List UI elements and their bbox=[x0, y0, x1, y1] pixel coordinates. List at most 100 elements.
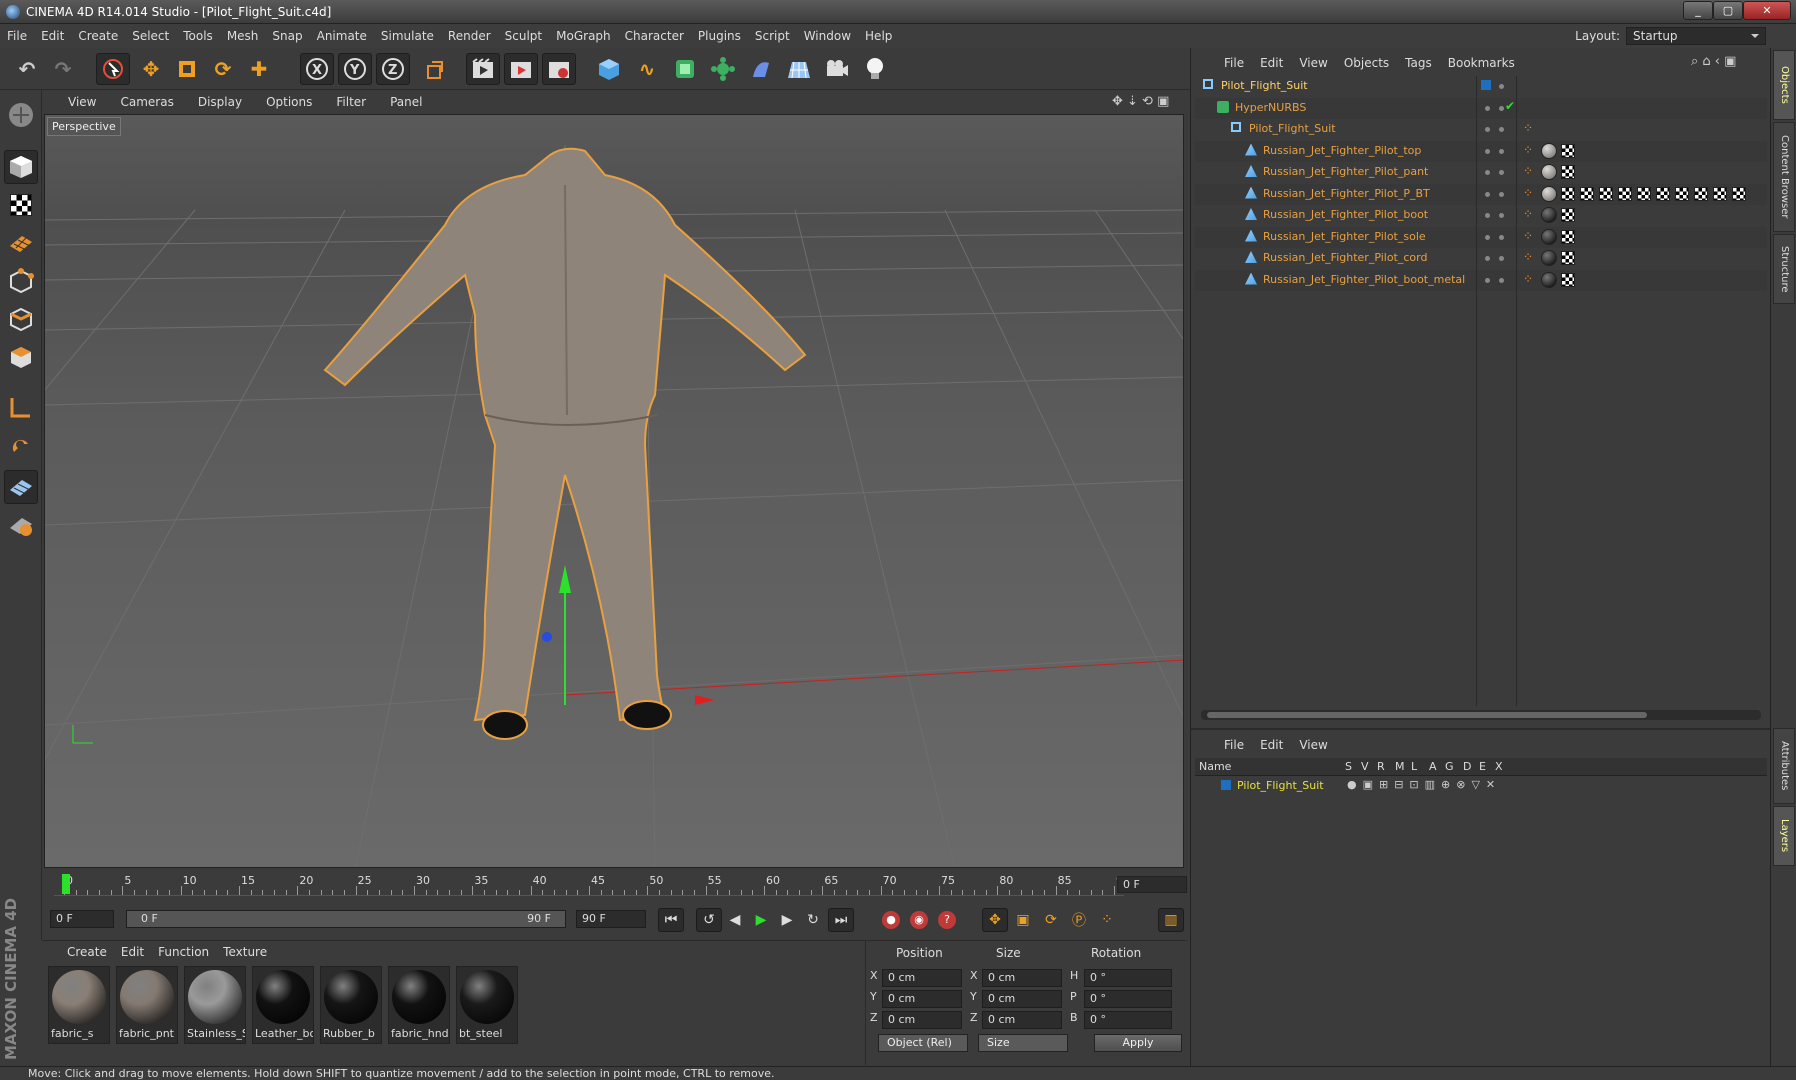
go-to-start-icon[interactable]: ⏮ bbox=[658, 908, 684, 932]
material-tag-icon[interactable] bbox=[1541, 228, 1557, 245]
viewport-canvas[interactable]: Perspective bbox=[44, 114, 1184, 868]
previous-key-icon[interactable]: ↺ bbox=[696, 908, 722, 932]
material-swatch[interactable]: Leather_bo bbox=[252, 966, 314, 1044]
uvw-tag-icon[interactable] bbox=[1713, 186, 1727, 201]
play-icon[interactable]: ▶ bbox=[748, 908, 774, 932]
material-menu-texture[interactable]: Texture bbox=[216, 945, 274, 959]
menu-animate[interactable]: Animate bbox=[310, 29, 374, 43]
menu-window[interactable]: Window bbox=[797, 29, 858, 43]
y-axis-lock-icon[interactable]: Y bbox=[338, 53, 372, 85]
apply-button[interactable]: Apply bbox=[1094, 1034, 1182, 1052]
menu-mesh[interactable]: Mesh bbox=[220, 29, 266, 43]
material-menu-create[interactable]: Create bbox=[60, 945, 114, 959]
layer-color-tag[interactable] bbox=[1481, 80, 1491, 90]
timeline[interactable]: 051015202530354045505560657075808590 0 F bbox=[42, 870, 1187, 900]
previous-frame-icon[interactable]: ◀ bbox=[722, 908, 748, 932]
tab-attributes[interactable]: Attributes bbox=[1773, 728, 1795, 804]
visibility-dot[interactable] bbox=[1485, 148, 1490, 154]
layer-row[interactable]: Pilot_Flight_Suit ●▣⊞⊟⊡▥⊕⊗▽✕ bbox=[1195, 776, 1767, 796]
create-tool-icon[interactable]: ✚ bbox=[242, 53, 276, 85]
key-position-icon[interactable]: ✥ bbox=[982, 908, 1008, 932]
rotation-field[interactable]: 0 ° bbox=[1084, 969, 1172, 987]
object-row[interactable]: Russian_Jet_Fighter_Pilot_sole ⁘ bbox=[1195, 226, 1767, 248]
floor-environment-icon[interactable] bbox=[782, 53, 816, 85]
position-field[interactable]: 0 cm bbox=[882, 1011, 962, 1029]
menu-render[interactable]: Render bbox=[441, 29, 498, 43]
visibility-dot[interactable] bbox=[1499, 256, 1504, 261]
close-button[interactable]: ✕ bbox=[1743, 1, 1791, 20]
key-pla-icon[interactable]: ⁘ bbox=[1094, 908, 1120, 932]
object-name[interactable]: HyperNURBS bbox=[1235, 101, 1306, 114]
z-axis-lock-icon[interactable]: Z bbox=[376, 53, 410, 85]
material-tag-icon[interactable] bbox=[1541, 142, 1557, 159]
uvw-tag-icon[interactable] bbox=[1561, 143, 1575, 158]
menu-script[interactable]: Script bbox=[748, 29, 797, 43]
object-menu-file[interactable]: File bbox=[1216, 56, 1252, 70]
rotation-field[interactable]: 0 ° bbox=[1084, 1011, 1172, 1029]
object-menu-view[interactable]: View bbox=[1291, 56, 1335, 70]
render-picture-viewer-icon[interactable] bbox=[504, 53, 538, 85]
menu-create[interactable]: Create bbox=[71, 29, 125, 43]
material-swatch[interactable]: bt_steel bbox=[456, 966, 518, 1044]
viewport-menu-options[interactable]: Options bbox=[254, 95, 324, 109]
object-row[interactable]: Russian_Jet_Fighter_Pilot_top ⁘ bbox=[1195, 140, 1767, 162]
layer-column-a[interactable]: A bbox=[1429, 760, 1437, 773]
key-scale-icon[interactable]: ▣ bbox=[1010, 908, 1036, 932]
object-horizontal-scrollbar[interactable] bbox=[1201, 710, 1761, 720]
auto-keying-icon[interactable]: ◉ bbox=[906, 908, 932, 932]
cube-primitive-icon[interactable] bbox=[592, 53, 626, 85]
render-view-icon[interactable] bbox=[466, 53, 500, 85]
object-name[interactable]: Russian_Jet_Fighter_Pilot_sole bbox=[1263, 230, 1426, 243]
viewport-menu-view[interactable]: View bbox=[56, 95, 108, 109]
visibility-dot[interactable] bbox=[1485, 105, 1490, 111]
object-row[interactable]: Pilot_Flight_Suit bbox=[1195, 76, 1767, 97]
enabled-check-icon[interactable]: ✔ bbox=[1505, 99, 1515, 113]
minimize-button[interactable]: _ bbox=[1683, 1, 1713, 20]
tab-content-browser[interactable]: Content Browser bbox=[1773, 122, 1795, 232]
layer-column-g[interactable]: G bbox=[1445, 760, 1454, 773]
layer-menu-file[interactable]: File bbox=[1216, 738, 1252, 752]
menu-file[interactable]: File bbox=[0, 29, 34, 43]
texture-mode-icon[interactable] bbox=[4, 188, 38, 222]
menu-help[interactable]: Help bbox=[858, 29, 899, 43]
object-menu-edit[interactable]: Edit bbox=[1252, 56, 1291, 70]
next-key-icon[interactable]: ↻ bbox=[800, 908, 826, 932]
object-row[interactable]: Russian_Jet_Fighter_Pilot_boot ⁘ bbox=[1195, 205, 1767, 226]
record-keys-icon[interactable]: ● bbox=[878, 908, 904, 932]
timeline-ruler[interactable]: 051015202530354045505560657075808590 bbox=[54, 874, 1130, 896]
layer-color-swatch[interactable] bbox=[1221, 780, 1231, 790]
menu-edit[interactable]: Edit bbox=[34, 29, 71, 43]
go-to-end-icon[interactable]: ⏭ bbox=[828, 908, 854, 932]
uvw-tag-icon[interactable] bbox=[1561, 251, 1575, 265]
viewport-menu-filter[interactable]: Filter bbox=[324, 95, 378, 109]
layer-column-d[interactable]: D bbox=[1463, 760, 1471, 773]
axis-mode-icon[interactable] bbox=[4, 390, 38, 424]
uvw-tag-icon[interactable] bbox=[1561, 229, 1575, 244]
live-select-icon[interactable] bbox=[96, 53, 130, 85]
phong-tag-icon[interactable]: ⁘ bbox=[1523, 121, 1533, 135]
layer-column-r[interactable]: R bbox=[1377, 760, 1385, 773]
uvw-tag-icon[interactable] bbox=[1656, 186, 1670, 201]
key-rotation-icon[interactable]: ⟳ bbox=[1038, 908, 1064, 932]
material-swatch[interactable]: fabric_hnd bbox=[388, 966, 450, 1044]
tab-layers[interactable]: Layers bbox=[1773, 806, 1795, 866]
layout-select[interactable]: Startup bbox=[1626, 27, 1766, 45]
layer-column-v[interactable]: V bbox=[1361, 760, 1369, 773]
object-row[interactable]: Russian_Jet_Fighter_Pilot_P_BT ⁘ bbox=[1195, 183, 1767, 205]
coordinate-mode-dropdown[interactable]: Object (Rel) bbox=[878, 1034, 968, 1052]
phong-tag-icon[interactable]: ⁘ bbox=[1523, 229, 1533, 243]
viewport-nav-icons[interactable]: ✥ ⇣ ⟲ ▣ bbox=[1112, 94, 1169, 109]
layer-menu-edit[interactable]: Edit bbox=[1252, 738, 1291, 752]
coordinate-system-icon[interactable] bbox=[418, 53, 452, 85]
edges-mode-icon[interactable] bbox=[4, 302, 38, 336]
light-icon[interactable] bbox=[858, 53, 892, 85]
object-name[interactable]: Russian_Jet_Fighter_Pilot_cord bbox=[1263, 251, 1427, 264]
redo-icon[interactable]: ↷ bbox=[46, 53, 80, 85]
object-row[interactable]: Russian_Jet_Fighter_Pilot_pant ⁘ bbox=[1195, 162, 1767, 183]
size-field[interactable]: 0 cm bbox=[982, 1011, 1062, 1029]
visibility-dot[interactable] bbox=[1499, 84, 1504, 89]
visibility-dot[interactable] bbox=[1485, 213, 1490, 218]
size-field[interactable]: 0 cm bbox=[982, 990, 1062, 1008]
range-slider[interactable]: 0 F 90 F bbox=[126, 910, 566, 928]
phong-tag-icon[interactable]: ⁘ bbox=[1523, 272, 1533, 286]
